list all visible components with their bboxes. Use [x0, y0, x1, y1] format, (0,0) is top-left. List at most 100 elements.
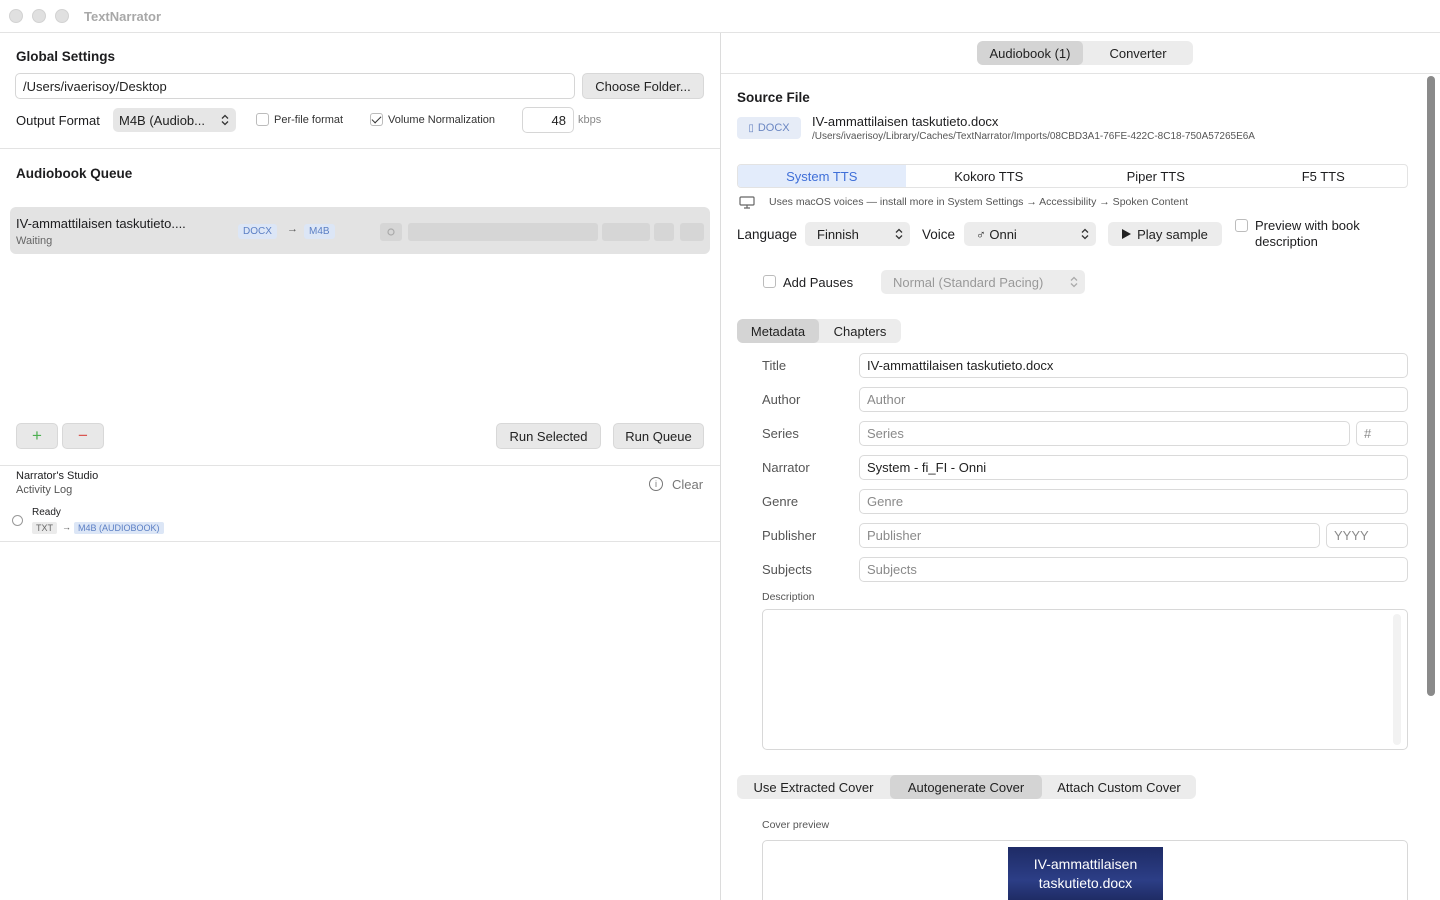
subjects-label: Subjects [762, 562, 812, 577]
cover-title-line1: IV-ammattilaisen [1033, 856, 1138, 872]
subjects-field[interactable]: Subjects [859, 557, 1408, 582]
mode-tabs: Audiobook (1) Converter [977, 41, 1193, 65]
description-textarea[interactable] [762, 609, 1408, 750]
pacing-popup[interactable]: Normal (Standard Pacing) [881, 270, 1085, 294]
run-selected-button[interactable]: Run Selected [496, 423, 601, 449]
tab-piper-tts[interactable]: Piper TTS [1072, 165, 1240, 187]
add-pauses-checkbox[interactable] [763, 275, 776, 288]
output-format-popup[interactable]: M4B (Audiob... [113, 108, 236, 132]
log-source-tag: TXT [32, 522, 57, 534]
add-pauses-label: Add Pauses [783, 275, 854, 290]
queue-row[interactable]: IV-ammattilaisen taskutieto.... Waiting … [10, 207, 710, 254]
tab-attach-custom-cover[interactable]: Attach Custom Cover [1042, 775, 1196, 799]
source-format-badge: ▯ DOCX [737, 117, 801, 139]
narrator-label: Narrator [762, 460, 810, 475]
source-file-heading: Source File [737, 90, 810, 105]
minimize-window-button[interactable] [32, 9, 46, 23]
chevron-updown-icon [221, 114, 229, 126]
tab-metadata[interactable]: Metadata [737, 319, 819, 343]
clock-icon [12, 515, 23, 526]
scrollbar-thumb[interactable] [1427, 76, 1435, 696]
image-icon[interactable] [654, 223, 674, 241]
cover-tabs: Use Extracted Cover Autogenerate Cover A… [737, 775, 1196, 799]
per-file-format-checkbox[interactable] [256, 113, 269, 126]
tab-audiobook[interactable]: Audiobook (1) [977, 41, 1083, 65]
source-format-tag: DOCX [238, 224, 277, 239]
preview-description-label: Preview with book description [1255, 218, 1360, 249]
tab-converter[interactable]: Converter [1083, 41, 1193, 65]
preview-description-checkbox[interactable] [1235, 219, 1248, 232]
voice-value: ♂ Onni [976, 226, 1017, 242]
title-field[interactable]: IV-ammattilaisen taskutieto.docx [859, 353, 1408, 378]
divider [0, 541, 720, 542]
bitrate-field[interactable]: 48 [522, 107, 574, 133]
language-popup[interactable]: Finnish [805, 222, 910, 246]
flag-icon[interactable] [680, 223, 704, 241]
progress-bar [408, 223, 598, 241]
chevron-updown-icon [1081, 228, 1089, 240]
output-folder-field[interactable]: /Users/ivaerisoy/Desktop [15, 73, 575, 99]
arrow-right-icon: → [62, 522, 71, 532]
log-entry-status: Ready [32, 507, 61, 518]
tab-autogenerate-cover[interactable]: Autogenerate Cover [890, 775, 1042, 799]
play-sample-button[interactable]: Play sample [1108, 222, 1222, 246]
divider [0, 148, 720, 149]
author-field[interactable]: Author [859, 387, 1408, 412]
play-icon [1122, 229, 1132, 239]
tab-kokoro-tts[interactable]: Kokoro TTS [906, 165, 1073, 187]
genre-label: Genre [762, 494, 799, 509]
close-window-button[interactable] [9, 9, 23, 23]
volume-normalization-label: Volume Normalization [388, 114, 495, 126]
choose-folder-button[interactable]: Choose Folder... [582, 73, 704, 99]
queue-item-name: IV-ammattilaisen taskutieto.... [16, 216, 186, 231]
info-icon[interactable]: i [649, 477, 663, 491]
divider [721, 73, 1440, 74]
remove-queue-item-button[interactable]: − [62, 423, 104, 449]
tab-use-extracted-cover[interactable]: Use Extracted Cover [737, 775, 890, 799]
queue-item-status: Waiting [16, 235, 53, 247]
zoom-window-button[interactable] [55, 9, 69, 23]
global-settings-heading: Global Settings [16, 49, 116, 64]
chevron-updown-icon [1070, 276, 1078, 288]
settings-gear-icon[interactable] [380, 223, 402, 241]
year-field[interactable]: YYYY [1326, 523, 1408, 548]
series-label: Series [762, 426, 799, 441]
clear-log-button[interactable]: Clear [672, 477, 703, 492]
publisher-field[interactable]: Publisher [859, 523, 1320, 548]
tab-chapters[interactable]: Chapters [819, 319, 901, 343]
volume-normalization-checkbox[interactable] [370, 113, 383, 126]
window-title: TextNarrator [84, 9, 162, 24]
source-format-text: DOCX [757, 122, 790, 134]
metadata-tabs: Metadata Chapters [737, 319, 901, 343]
description-label: Description [762, 591, 815, 603]
title-label: Title [762, 358, 787, 373]
narrator-field[interactable]: System - fi_FI - Onni [859, 455, 1408, 480]
log-subtitle: Activity Log [16, 484, 73, 496]
right-pane-scrollbar[interactable] [1426, 76, 1436, 900]
series-number-field[interactable]: # [1356, 421, 1408, 446]
voice-popup[interactable]: ♂ Onni [964, 222, 1096, 246]
add-queue-item-button[interactable]: + [16, 423, 58, 449]
output-format-label: Output Format [16, 113, 100, 128]
series-field[interactable]: Series [859, 421, 1350, 446]
skip-icon[interactable] [602, 223, 650, 241]
tab-system-tts[interactable]: System TTS [738, 165, 906, 187]
pane-divider[interactable] [720, 33, 721, 900]
cover-preview-image: IV-ammattilaisen taskutieto.docx [1008, 847, 1163, 900]
tab-f5-tts[interactable]: F5 TTS [1240, 165, 1408, 187]
output-format-value: M4B (Audiob... [119, 112, 205, 128]
tts-note: Uses macOS voices — install more in Syst… [769, 196, 1188, 208]
genre-field[interactable]: Genre [859, 489, 1408, 514]
document-icon: ▯ [748, 122, 754, 134]
cover-preview-frame: IV-ammattilaisen taskutieto.docx [762, 840, 1408, 900]
cover-title-line2: taskutieto.docx [1038, 875, 1133, 891]
play-sample-label: Play sample [1137, 226, 1208, 242]
run-queue-button[interactable]: Run Queue [613, 423, 704, 449]
arrow-right-icon: → [287, 223, 298, 235]
divider [0, 465, 720, 466]
author-label: Author [762, 392, 801, 407]
pacing-value: Normal (Standard Pacing) [893, 274, 1044, 290]
log-title: Narrator's Studio [16, 470, 99, 482]
cover-preview-label: Cover preview [762, 819, 830, 831]
description-scrollbar[interactable] [1393, 614, 1401, 745]
